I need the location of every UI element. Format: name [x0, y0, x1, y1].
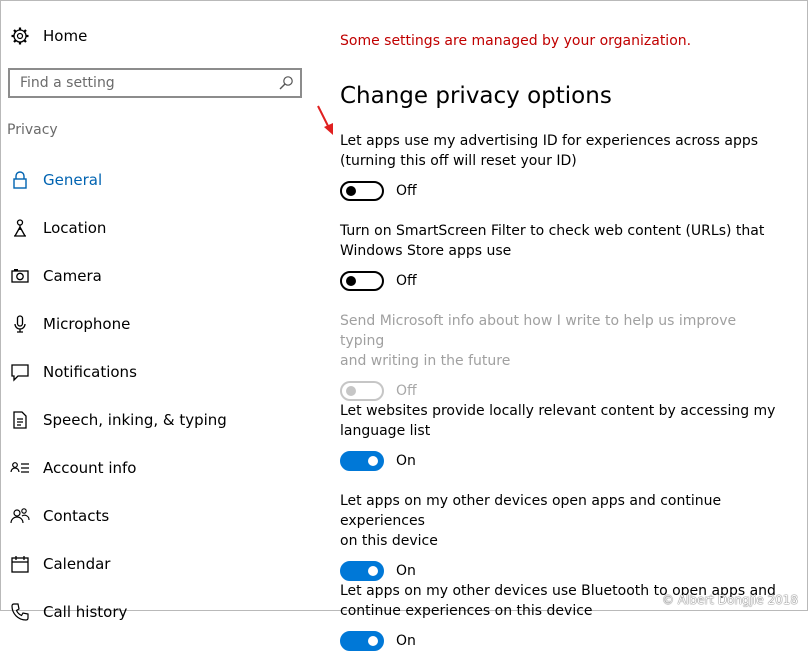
search-input[interactable]	[10, 70, 270, 96]
sidebar-item-label: Notifications	[43, 363, 137, 381]
account-info-icon	[10, 462, 29, 473]
sidebar-item-speech-inking-typing[interactable]: Speech, inking, & typing	[10, 405, 227, 435]
sidebar-item-general[interactable]: General	[10, 165, 102, 195]
setting-description: Turn on SmartScreen Filter to check web …	[340, 223, 765, 259]
sidebar-item-label: Account info	[43, 459, 137, 477]
sidebar-item-label: Camera	[43, 267, 102, 285]
sidebar: Home Privacy General Location Camera	[0, 0, 310, 621]
sidebar-item-location[interactable]: Location	[10, 213, 106, 243]
home-link[interactable]: Home	[10, 22, 87, 50]
setting-description: Let apps on my other devices open apps a…	[340, 493, 722, 549]
toggle-state-label: On	[396, 453, 416, 469]
toggle-state-label: On	[396, 563, 416, 579]
setting-description: Let apps use my advertising ID for exper…	[340, 133, 759, 169]
other-devices-open-apps-toggle[interactable]	[340, 561, 384, 581]
setting-smartscreen: Turn on SmartScreen Filter to check web …	[340, 221, 780, 291]
home-label: Home	[43, 27, 88, 45]
red-arrow-annotation	[317, 105, 333, 135]
advertising-id-toggle[interactable]	[340, 181, 384, 201]
lock-icon	[13, 171, 27, 189]
managed-notice: Some settings are managed by your organi…	[340, 33, 692, 49]
smartscreen-toggle[interactable]	[340, 271, 384, 291]
other-devices-bluetooth-toggle[interactable]	[340, 631, 384, 651]
contacts-icon	[10, 508, 30, 524]
sidebar-item-call-history[interactable]: Call history	[10, 597, 127, 627]
sidebar-item-label: General	[43, 171, 103, 189]
sidebar-item-label: Call history	[43, 603, 128, 621]
sidebar-item-microphone[interactable]: Microphone	[10, 309, 130, 339]
location-person-icon	[14, 219, 26, 237]
sidebar-item-contacts[interactable]: Contacts	[10, 501, 109, 531]
sidebar-item-label: Microphone	[43, 315, 131, 333]
copyright-watermark: © Albert Dongjie 2018	[661, 593, 798, 607]
privacy-section-label: Privacy	[7, 122, 58, 138]
setting-description: Send Microsoft info about how I write to…	[340, 313, 737, 369]
setting-other-devices-bluetooth: Let apps on my other devices use Bluetoo…	[340, 581, 780, 651]
sidebar-item-label: Contacts	[43, 507, 110, 525]
notification-icon	[11, 364, 29, 382]
search-box[interactable]	[8, 68, 302, 98]
document-icon	[13, 411, 27, 429]
setting-language-list: Let websites provide locally relevant co…	[340, 401, 780, 471]
phone-icon	[11, 603, 29, 621]
typing-info-toggle	[340, 381, 384, 401]
page-title: Change privacy options	[340, 83, 612, 109]
calendar-icon	[11, 556, 29, 573]
setting-advertising-id: Let apps use my advertising ID for exper…	[340, 131, 780, 201]
language-list-toggle[interactable]	[340, 451, 384, 471]
camera-icon	[11, 269, 29, 283]
toggle-state-label: On	[396, 633, 416, 649]
sidebar-item-calendar[interactable]: Calendar	[10, 549, 110, 579]
sidebar-item-label: Calendar	[43, 555, 111, 573]
sidebar-item-label: Location	[43, 219, 107, 237]
sidebar-item-account-info[interactable]: Account info	[10, 453, 136, 483]
setting-other-devices-open-apps: Let apps on my other devices open apps a…	[340, 491, 780, 581]
sidebar-item-notifications[interactable]: Notifications	[10, 357, 137, 387]
toggle-state-label: Off	[396, 273, 417, 289]
gear-icon	[11, 27, 29, 45]
toggle-state-label: Off	[396, 183, 417, 199]
sidebar-item-label: Speech, inking, & typing	[43, 411, 227, 429]
sidebar-item-camera[interactable]: Camera	[10, 261, 102, 291]
search-icon[interactable]	[278, 75, 294, 91]
toggle-state-label: Off	[396, 383, 417, 399]
microphone-icon	[14, 315, 26, 333]
setting-typing-info: Send Microsoft info about how I write to…	[340, 311, 780, 401]
setting-description: Let websites provide locally relevant co…	[340, 403, 776, 439]
